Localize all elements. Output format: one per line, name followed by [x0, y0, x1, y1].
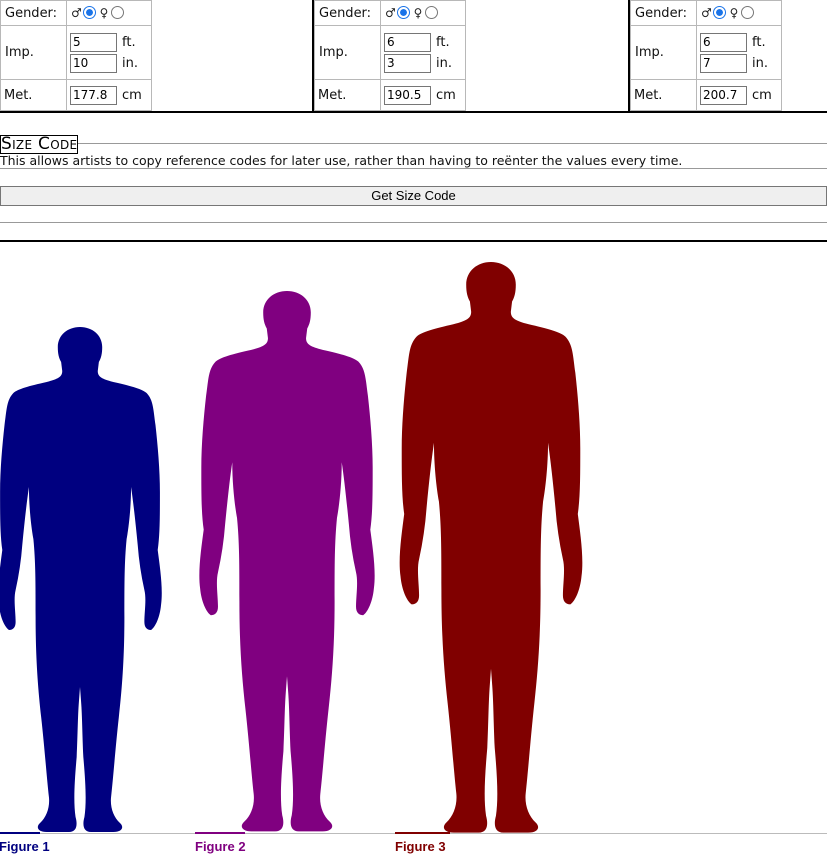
gender-options: ♂ ♀	[380, 0, 466, 26]
silhouettes	[0, 262, 583, 833]
figure-3-baseline-mark	[395, 832, 450, 834]
feet-unit: ft.	[436, 34, 450, 50]
female-radio[interactable]	[425, 5, 438, 19]
gender-options: ♂ ♀	[696, 0, 782, 26]
figure-comparison: Figure 1 Figure 2 Figure 3	[0, 244, 827, 861]
male-radio[interactable]	[713, 5, 726, 19]
size-code-heading: Size Code	[0, 134, 79, 154]
inches-input[interactable]: 7	[700, 53, 747, 73]
gender-options: ♂ ♀	[66, 0, 152, 26]
imperial-inputs: 6 ft. 7 in.	[696, 25, 782, 80]
female-icon: ♀	[729, 5, 739, 20]
inches-unit: in.	[752, 55, 768, 71]
metric-inputs: 177.8 cm	[66, 79, 152, 111]
figure-2-label: Figure 2	[195, 839, 246, 854]
cm-unit: cm	[436, 87, 456, 103]
figure-1-controls: Gender: ♂ ♀ Imp. 5 ft. 10 in. Met. 177.8 cm	[0, 0, 313, 111]
gender-label: Gender:	[630, 0, 697, 26]
inches-unit: in.	[436, 55, 452, 71]
feet-unit: ft.	[752, 34, 766, 50]
divider	[0, 143, 827, 144]
divider	[0, 168, 827, 169]
feet-unit: ft.	[122, 34, 136, 50]
size-code-description: This allows artists to copy reference co…	[0, 153, 683, 168]
figure-3-controls: Gender: ♂ ♀ Imp. 6 ft. 7 in. Met. 200.7 cm	[630, 0, 827, 111]
figure-2-controls: Gender: ♂ ♀ Imp. 6 ft. 3 in. Met. 190.5 cm	[314, 0, 629, 111]
inches-input[interactable]: 3	[384, 53, 431, 73]
metric-inputs: 200.7 cm	[696, 79, 782, 111]
feet-input[interactable]: 6	[700, 32, 747, 52]
figure-1-baseline-mark	[0, 832, 40, 834]
gender-label: Gender:	[314, 0, 381, 26]
figure-1-silhouette	[0, 327, 162, 832]
male-icon: ♂	[71, 5, 82, 20]
imperial-inputs: 6 ft. 3 in.	[380, 25, 466, 80]
male-icon: ♂	[701, 5, 712, 20]
imperial-label: Imp.	[630, 25, 697, 80]
imperial-inputs: 5 ft. 10 in.	[66, 25, 152, 80]
male-radio[interactable]	[83, 5, 96, 19]
imperial-label: Imp.	[0, 25, 67, 80]
gender-label: Gender:	[0, 0, 67, 26]
figure-2-baseline-mark	[195, 832, 245, 834]
figure-2-silhouette	[199, 291, 375, 832]
metric-label: Met.	[0, 79, 67, 111]
male-radio[interactable]	[397, 5, 410, 19]
cm-input[interactable]: 200.7	[700, 85, 747, 105]
figure-3-label: Figure 3	[395, 839, 446, 854]
cm-input[interactable]: 190.5	[384, 85, 431, 105]
figure-3-silhouette	[399, 262, 583, 833]
get-size-code-button[interactable]: Get Size Code	[0, 186, 827, 206]
figure-controls: Gender: ♂ ♀ Imp. 5 ft. 10 in. Met. 177.8 cm	[0, 0, 827, 113]
inches-input[interactable]: 10	[70, 53, 117, 73]
female-radio[interactable]	[741, 5, 754, 19]
inches-unit: in.	[122, 55, 138, 71]
cm-input[interactable]: 177.8	[70, 85, 117, 105]
section-divider	[0, 240, 827, 242]
female-icon: ♀	[99, 5, 109, 20]
cm-unit: cm	[122, 87, 142, 103]
imperial-label: Imp.	[314, 25, 381, 80]
metric-label: Met.	[630, 79, 697, 111]
female-icon: ♀	[413, 5, 423, 20]
female-radio[interactable]	[111, 5, 124, 19]
figure-1-label: Figure 1	[0, 839, 50, 854]
metric-inputs: 190.5 cm	[380, 79, 466, 111]
feet-input[interactable]: 5	[70, 32, 117, 52]
divider	[0, 222, 827, 223]
male-icon: ♂	[385, 5, 396, 20]
cm-unit: cm	[752, 87, 772, 103]
metric-label: Met.	[314, 79, 381, 111]
feet-input[interactable]: 6	[384, 32, 431, 52]
